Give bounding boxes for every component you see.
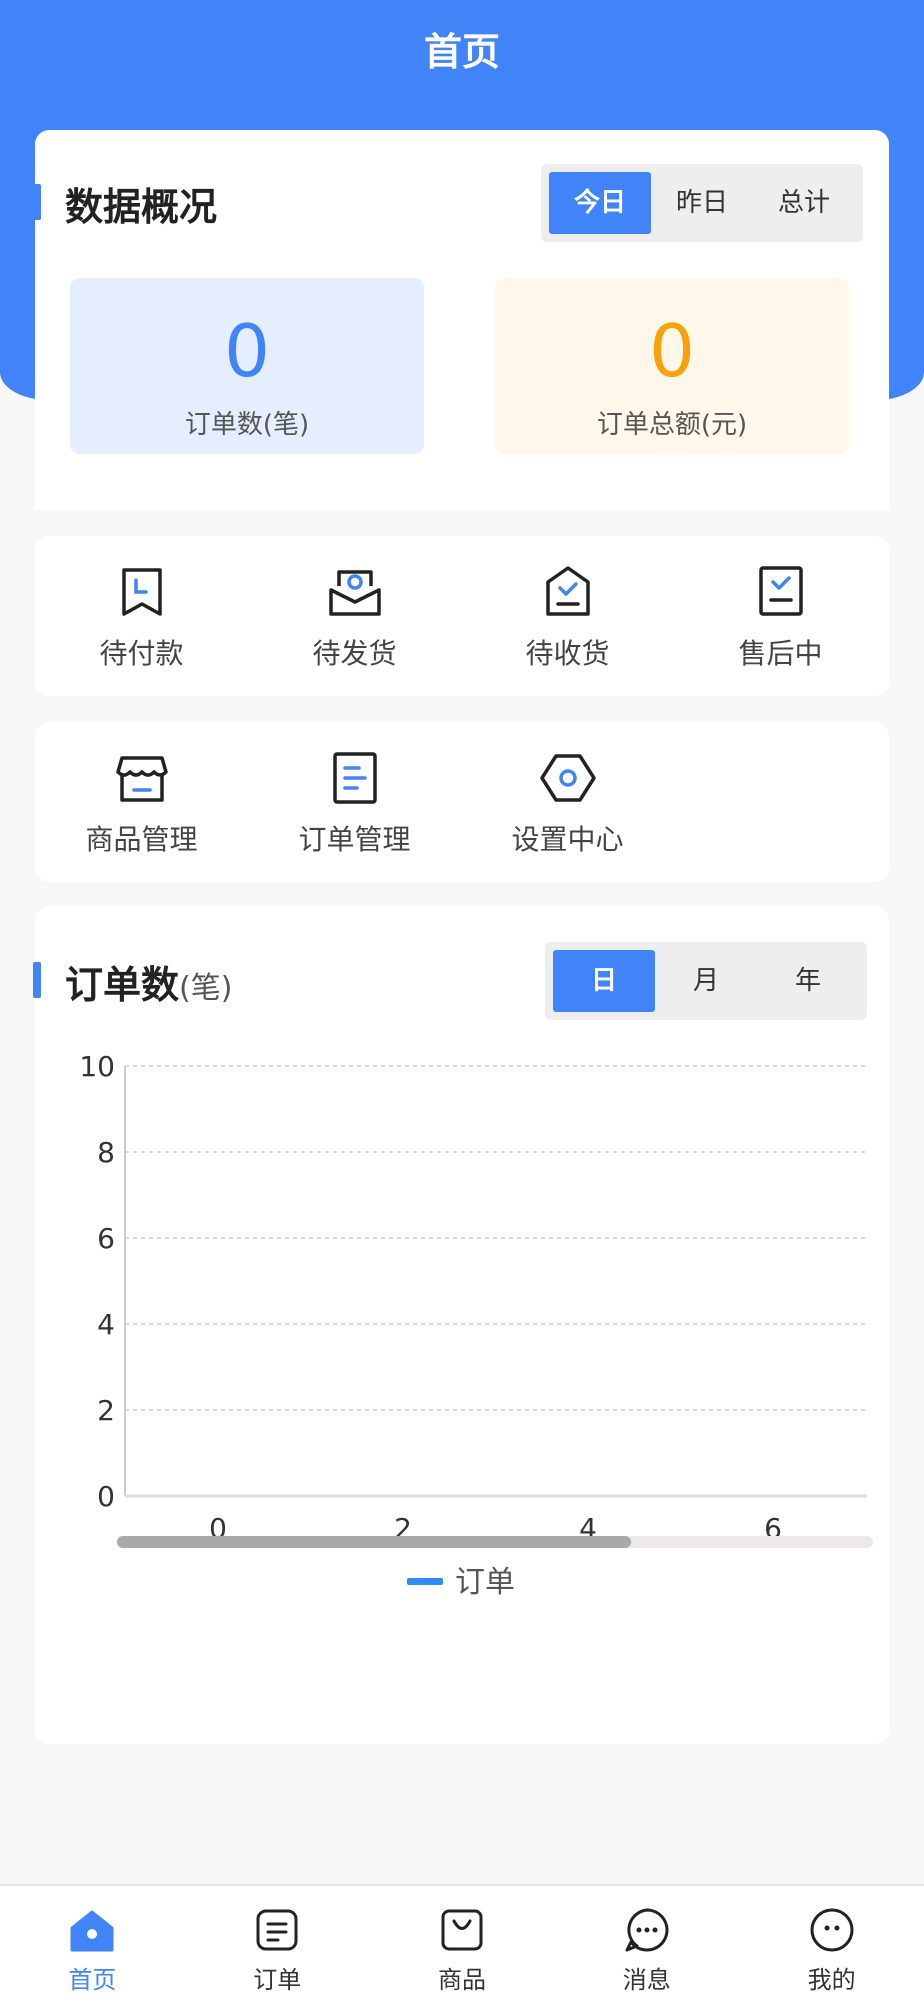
- order-amount-tile: 0 订单总额(元): [495, 278, 849, 454]
- tab-label: 我的: [807, 1966, 856, 1994]
- section-accent-bar: [33, 962, 41, 998]
- document-icon: [332, 752, 377, 804]
- status-item-after-sales[interactable]: 售后中: [674, 536, 887, 696]
- order-count-value: 0: [224, 309, 270, 393]
- y-tick-label: 0: [97, 1480, 115, 1513]
- orders-icon: [256, 1909, 298, 1951]
- y-tick-label: 2: [97, 1394, 115, 1427]
- settings-hexagon-icon: [539, 754, 596, 802]
- y-tick-label: 10: [79, 1050, 115, 1083]
- order-amount-value: 0: [649, 309, 695, 393]
- section-accent-bar: [33, 184, 41, 220]
- order-line-chart: 02468100 2 4 6订单: [79, 1050, 873, 1600]
- y-tick-label: 4: [97, 1308, 115, 1341]
- tab-label: 首页: [68, 1966, 117, 1994]
- menu-item-settings-center[interactable]: 设置中心: [461, 722, 674, 882]
- chart-area: 0 2 4 6 8 10 0 2 4 6 订单: [35, 1046, 889, 1646]
- status-item-pending-shipment[interactable]: 待发货: [248, 536, 461, 696]
- tab-label: 消息: [622, 1966, 671, 1994]
- overview-period-tabs: 今日 昨日 总计: [541, 164, 863, 242]
- chart-period-tabs: 日 月 年: [545, 942, 867, 1020]
- chart-title-unit: (笔): [179, 971, 233, 1006]
- tab-profile[interactable]: 我的: [739, 1886, 924, 2000]
- store-icon: [115, 756, 168, 802]
- tab-products[interactable]: 商品: [370, 1886, 555, 2000]
- order-amount-label: 订单总额(元): [596, 410, 748, 440]
- menu-item-product-management[interactable]: 商品管理: [35, 722, 248, 882]
- status-item-pending-receipt[interactable]: 待收货: [461, 536, 674, 696]
- chart-scroll-thumb: [117, 1536, 632, 1548]
- tab-today[interactable]: 今日: [549, 172, 651, 234]
- legend-label: 订单: [455, 1565, 515, 1600]
- menu-label: 设置中心: [511, 823, 624, 856]
- tab-label: 商品: [437, 1966, 486, 1994]
- tab-yesterday[interactable]: 昨日: [651, 172, 753, 234]
- tab-day[interactable]: 日: [553, 950, 655, 1012]
- message-icon: [625, 1908, 669, 1952]
- chart-title-text: 订单数: [65, 963, 180, 1007]
- management-card: 商品管理 订单管理 设置中心: [35, 722, 889, 882]
- chart-title: 订单数(笔): [65, 954, 232, 1009]
- after-sales-icon: [758, 566, 803, 616]
- status-label: 待付款: [99, 637, 184, 670]
- order-count-tile: 0 订单数(笔): [70, 278, 424, 454]
- tab-year[interactable]: 年: [757, 950, 859, 1012]
- data-overview-card: 数据概况 今日 昨日 总计 0 订单数(笔) 0 订单总额(元): [33, 130, 889, 510]
- tab-orders[interactable]: 订单: [185, 1886, 370, 2000]
- status-label: 待收货: [525, 637, 610, 670]
- tab-total[interactable]: 总计: [753, 172, 855, 234]
- pending-receipt-icon: [545, 566, 590, 616]
- home-icon: [70, 1910, 114, 1952]
- menu-item-order-management[interactable]: 订单管理: [248, 722, 461, 882]
- status-label: 待发货: [312, 637, 397, 670]
- status-item-pending-payment[interactable]: 待付款: [35, 536, 248, 696]
- order-status-card: 待付款 待发货 待收货 售后中: [35, 536, 889, 696]
- tab-messages[interactable]: 消息: [554, 1886, 739, 2000]
- overview-title: 数据概况: [65, 185, 218, 229]
- tab-home[interactable]: 首页: [0, 1886, 185, 2000]
- legend-swatch: [407, 1578, 443, 1585]
- y-tick-label: 8: [97, 1136, 115, 1169]
- order-count-label: 订单数(笔): [184, 410, 310, 440]
- pending-payment-icon: [121, 568, 162, 616]
- page-title: 首页: [423, 30, 500, 74]
- y-tick-label: 6: [97, 1222, 115, 1255]
- bag-icon: [441, 1909, 483, 1951]
- tab-label: 订单: [253, 1966, 302, 1994]
- profile-icon: [810, 1908, 854, 1952]
- menu-label: 订单管理: [298, 823, 411, 856]
- tab-month[interactable]: 月: [655, 950, 757, 1012]
- bottom-tab-bar: 首页 订单 商品 消息 我的: [0, 1884, 924, 2000]
- order-chart-card: 订单数(笔) 日 月 年 0 2 4 6 8 10 0 2 4 6 订单: [33, 906, 889, 1744]
- menu-label: 商品管理: [85, 823, 198, 856]
- pending-shipment-icon: [328, 570, 381, 616]
- status-label: 售后中: [738, 637, 823, 670]
